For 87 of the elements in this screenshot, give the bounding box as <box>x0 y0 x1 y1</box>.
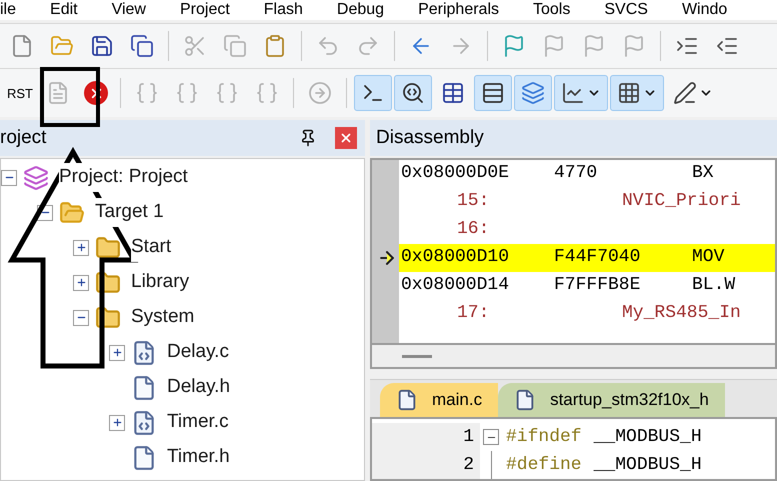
preprocessor-directive: #define <box>506 454 582 476</box>
menu-item[interactable]: Peripherals <box>418 2 499 18</box>
menu-item[interactable]: Flash <box>264 2 303 18</box>
menu-item[interactable]: Edit <box>50 2 78 18</box>
close-icon <box>339 131 353 145</box>
registers-button[interactable] <box>474 75 512 111</box>
redo-icon <box>356 34 380 58</box>
command-button[interactable] <box>354 75 392 111</box>
expand-toggle[interactable] <box>109 344 125 360</box>
step-over-icon <box>175 81 199 105</box>
target-folder-icon <box>59 200 85 226</box>
file-icon <box>396 389 418 411</box>
open-icon <box>50 34 74 58</box>
watch-icon <box>561 81 585 105</box>
run-cursor-icon <box>255 81 279 105</box>
menu-item[interactable]: Debug <box>336 2 384 18</box>
paste-icon <box>263 34 287 58</box>
disasm-icon <box>401 81 425 105</box>
plus-icon <box>76 242 86 253</box>
copy-icon <box>223 34 247 58</box>
source-line-number: 17: <box>456 302 490 326</box>
menu-item[interactable]: View <box>112 2 146 18</box>
menu-item[interactable]: ile <box>0 2 16 18</box>
serial-icon <box>673 81 697 105</box>
expand-toggle[interactable] <box>73 274 89 290</box>
save-icon <box>90 34 114 58</box>
address: 0x08000D0E <box>400 162 510 186</box>
step-into-icon <box>135 81 159 105</box>
plus-icon <box>76 277 86 288</box>
menu-item[interactable]: Project <box>180 2 230 18</box>
panel-title: roject <box>0 126 48 150</box>
address: 0x08000D14 <box>400 274 510 298</box>
callstack-icon <box>521 81 545 105</box>
save-all-icon <box>130 34 154 58</box>
folder-icon <box>95 234 121 260</box>
opcode: F44F7040 <box>554 246 642 270</box>
reset-button[interactable]: RST <box>2 75 38 111</box>
preprocessor-directive: #ifndef <box>506 426 582 448</box>
fold-toggle[interactable] <box>483 429 499 445</box>
source-line-number: 15: <box>456 190 490 214</box>
tree-item[interactable]: Project: Project <box>59 163 188 192</box>
opcode: F7FFFB8E <box>554 274 642 298</box>
mnemonic: MOV <box>692 246 724 270</box>
editor-tab[interactable]: main.c <box>380 383 498 417</box>
next-icon <box>308 81 332 105</box>
plus-icon <box>112 417 122 428</box>
flag-prev-icon <box>542 34 566 58</box>
menu-item[interactable]: Tools <box>533 2 570 18</box>
line-number: 1 <box>463 426 474 448</box>
macro-name: __MODBUS_H <box>594 426 702 448</box>
mnemonic: BX <box>692 162 714 186</box>
registers-icon <box>481 81 505 105</box>
watch-button[interactable] <box>554 75 608 111</box>
highlight-frame <box>40 67 100 127</box>
disasm-button[interactable] <box>394 75 432 111</box>
address: 0x08000D10 <box>400 246 510 270</box>
mnemonic: BL.W <box>692 274 736 298</box>
memory-icon <box>617 81 641 105</box>
flag-next-icon <box>582 34 606 58</box>
macro-name: __MODBUS_H <box>594 454 702 476</box>
step-out-icon <box>215 81 239 105</box>
memory-button[interactable] <box>610 75 664 111</box>
menu-item[interactable]: Windo <box>682 2 728 18</box>
source-line: My_RS485_In <box>622 302 741 326</box>
cut-icon <box>183 34 207 58</box>
close-button[interactable] <box>335 127 357 149</box>
menu-item[interactable]: SVCS <box>604 2 648 18</box>
flag-icon <box>502 34 526 58</box>
symbols-icon <box>441 81 465 105</box>
undo-icon <box>316 34 340 58</box>
pin-icon[interactable] <box>299 129 317 147</box>
source-line: NVIC_Priori <box>622 190 741 214</box>
source-line-number: 16: <box>456 218 490 242</box>
collapse-toggle[interactable] <box>1 170 17 186</box>
collapse-toggle[interactable] <box>73 310 89 326</box>
panel-title: Disassembly <box>376 126 484 150</box>
flag-clear-icon <box>622 34 646 58</box>
editor-tab[interactable]: startup_stm32f10x_h <box>498 383 725 417</box>
step-doc-icon <box>46 81 70 105</box>
line-number: 2 <box>463 454 474 476</box>
tree-item[interactable]: Target 1 <box>95 198 164 227</box>
new-icon <box>10 34 34 58</box>
expand-toggle[interactable] <box>73 240 89 256</box>
expand-toggle[interactable] <box>109 414 125 430</box>
plus-icon <box>112 347 122 358</box>
project-icon <box>23 164 49 190</box>
opcode: 4770 <box>554 162 598 186</box>
